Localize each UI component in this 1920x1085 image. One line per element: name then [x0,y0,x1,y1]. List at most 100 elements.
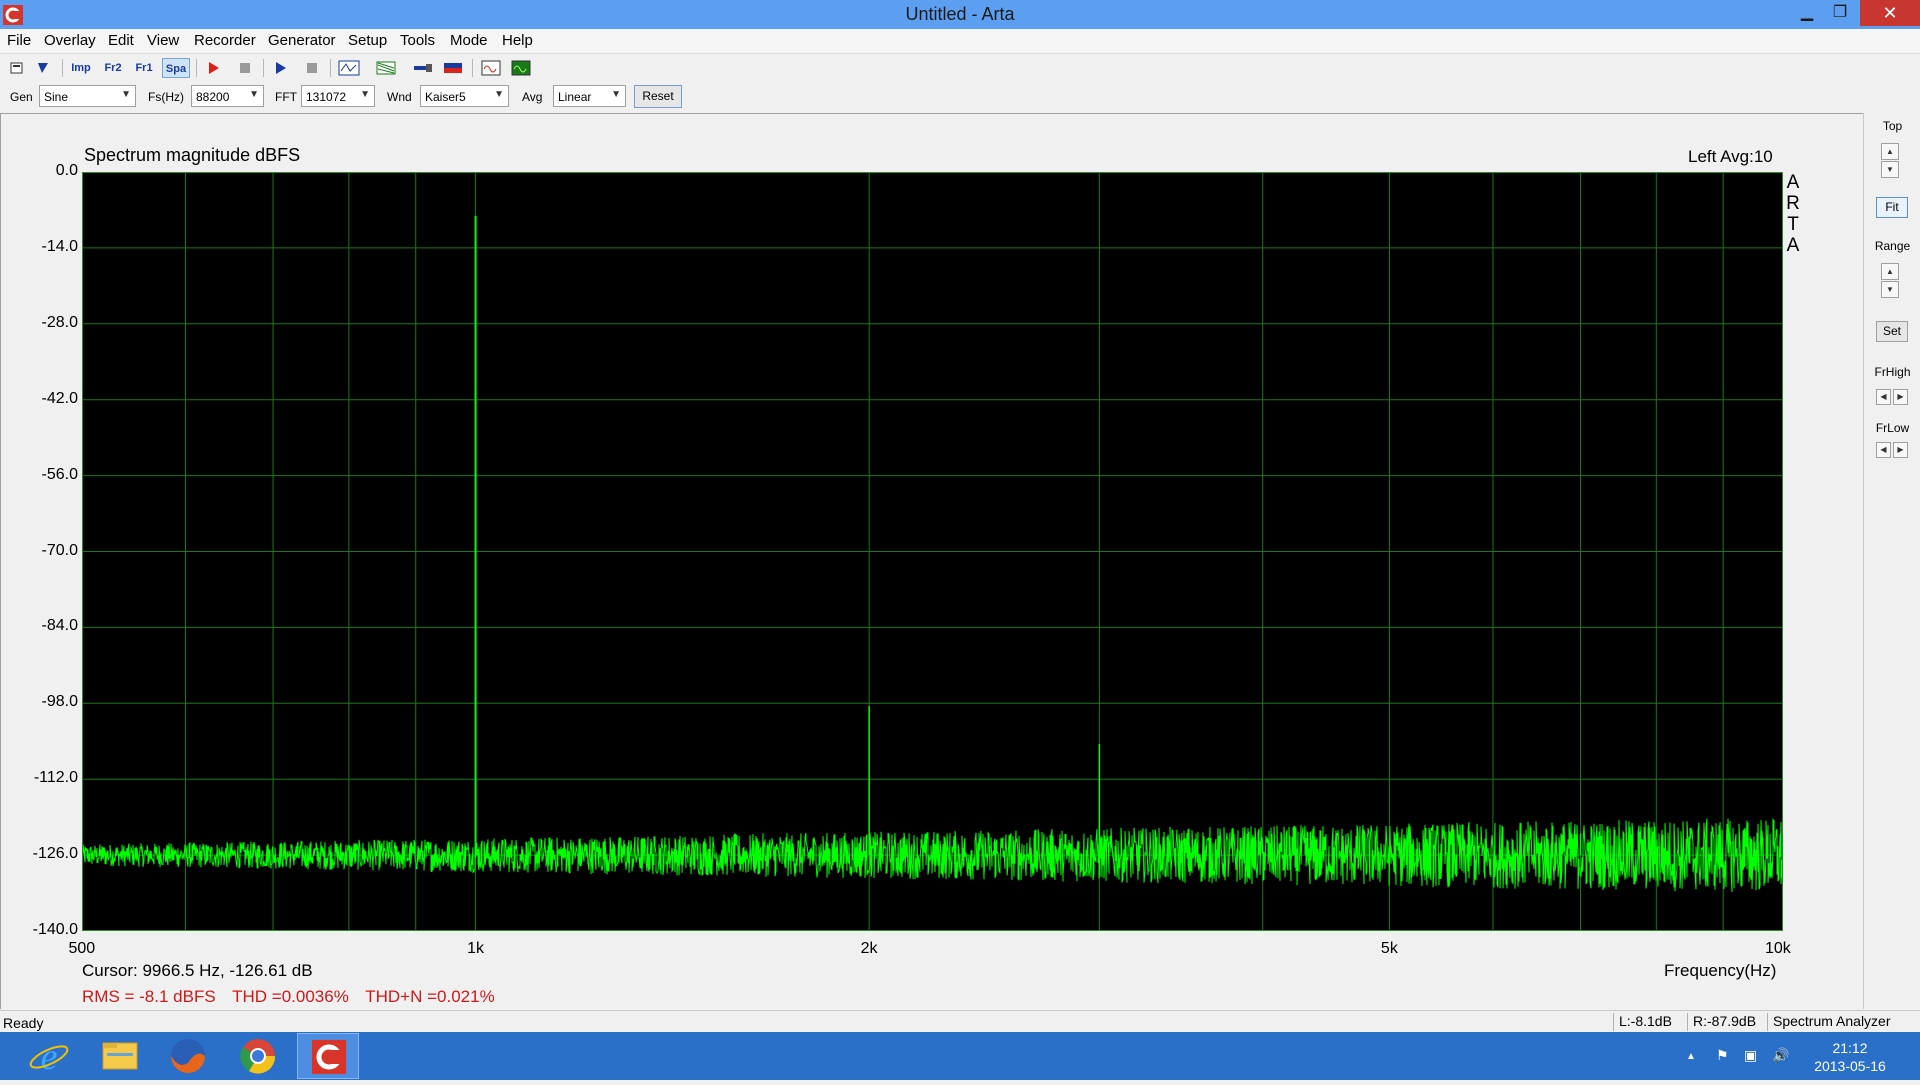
menu-overlay[interactable]: Overlay [44,32,96,49]
window-select[interactable]: Kaiser5 ▼ [420,85,509,107]
menu-recorder[interactable]: Recorder [194,32,256,49]
record-play-icon[interactable] [205,60,221,76]
maximize-button[interactable]: ❐ [1827,0,1853,26]
generator-stop-icon[interactable] [304,60,320,76]
y-tick-label: -140.0 [32,921,78,938]
analyzer-settings-bar: Gen Sine ▼ Fs(Hz) 88200 ▼ FFT 131072 ▼ W… [0,82,1920,112]
clock-time: 21:12 [1832,1040,1868,1056]
averaging-value: Linear [558,90,592,104]
menu-setup[interactable]: Setup [348,32,387,49]
x-tick-label: 10k [1765,940,1791,957]
fr1-mode-button[interactable]: Fr1 [133,58,155,78]
sample-rate-select[interactable]: 88200 ▼ [191,85,264,107]
record-stop-icon[interactable] [237,60,253,76]
analyzer-mode-label: Spectrum Analyzer [1767,1013,1920,1031]
cursor-readout: Cursor: 9966.5 Hz, -126.61 dB [82,961,313,980]
chrome-taskbar-button[interactable] [227,1033,289,1079]
file-explorer-taskbar-button[interactable] [89,1033,151,1079]
wave-pattern-icon[interactable] [376,59,396,77]
toolbar-separator [196,59,197,77]
audio-device-icon[interactable] [443,60,463,76]
clock-date: 2013-05-16 [1814,1058,1886,1074]
arta-letter: T [1787,214,1799,235]
sample-rate-value: 88200 [196,90,230,104]
generator-select[interactable]: Sine ▼ [39,85,136,107]
spectrum-monitor-icon[interactable] [511,60,531,76]
right-level-readout: R:-87.9dB [1687,1013,1766,1031]
status-bar: Ready L:-8.1dB R:-87.9dB Spectrum Analyz… [0,1010,1920,1032]
menu-view[interactable]: View [147,32,179,49]
action-center-flag-icon[interactable]: ⚑ [1716,1047,1729,1064]
minimize-button[interactable]: ▁ [1794,0,1820,26]
x-tick-label: 500 [68,940,96,957]
taskbar-clock[interactable]: 21:12 2013-05-16 [1810,1039,1890,1075]
toolbar-separator [62,59,63,77]
x-tick-label: 5k [1380,940,1398,957]
avg-label: Avg [522,90,543,104]
range-up-button[interactable]: ▲ [1881,263,1899,280]
x-tick-label: 1k [467,940,484,957]
new-file-icon[interactable] [9,60,25,76]
frlow-left-button[interactable]: ◀ [1876,442,1891,458]
fft-label: FFT [275,90,297,104]
impulse-mode-button[interactable]: Imp [70,58,92,78]
status-ready: Ready [3,1015,44,1031]
fit-button[interactable]: Fit [1876,197,1908,218]
menu-tools[interactable]: Tools [400,32,435,49]
frlow-right-button[interactable]: ▶ [1893,442,1908,458]
internet-explorer-taskbar-button[interactable]: e [18,1033,80,1079]
set-button[interactable]: Set [1876,321,1908,342]
measurement-readout: RMS = -8.1 dBFS THD =0.0036% THD+N =0.02… [82,987,507,1007]
arta-taskbar-button[interactable] [297,1033,359,1079]
signal-setup-icon[interactable] [338,59,360,77]
chevron-down-icon: ▼ [249,89,259,100]
spectrum-plot[interactable] [82,172,1783,931]
y-tick-label: -112.0 [33,769,78,787]
arta-window: Untitled - Arta ▁ ❐ ✕ File Overlay Edit … [0,0,1920,1080]
y-tick-label: -84.0 [41,617,78,635]
generator-value: Sine [44,90,69,104]
averaging-select[interactable]: Linear ▼ [553,85,626,107]
range-down-button[interactable]: ▼ [1881,281,1899,298]
network-icon[interactable]: ▣ [1744,1047,1757,1064]
volume-icon[interactable]: 🔊 [1772,1047,1789,1064]
x-axis-title: Frequency(Hz) [1664,961,1777,980]
title-bar: Untitled - Arta ▁ ❐ ✕ [0,0,1920,29]
menu-file[interactable]: File [7,32,31,49]
frhigh-right-button[interactable]: ▶ [1893,389,1908,405]
chart-title: Spectrum magnitude dBFS [84,145,301,165]
x-tick-label: 2k [860,940,878,957]
y-tick-label: -56.0 [41,465,78,483]
open-file-icon[interactable] [36,60,52,76]
reset-button[interactable]: Reset [634,85,682,108]
window-value: Kaiser5 [425,90,466,104]
top-down-button[interactable]: ▼ [1881,161,1899,178]
firefox-taskbar-button[interactable] [157,1033,219,1079]
oscilloscope-icon[interactable] [481,60,501,76]
rms-value: RMS = -8.1 dBFS [82,987,216,1006]
menu-help[interactable]: Help [502,32,533,49]
menu-mode[interactable]: Mode [450,32,488,49]
close-button[interactable]: ✕ [1860,0,1920,26]
y-tick-label: -126.0 [32,845,78,863]
arta-letter: A [1786,235,1800,256]
fft-size-select[interactable]: 131072 ▼ [301,85,375,107]
menu-edit[interactable]: Edit [108,32,134,49]
fs-label: Fs(Hz) [148,90,184,104]
cable-connect-icon[interactable] [413,60,433,76]
chevron-down-icon: ▼ [611,89,621,100]
firefox-icon [171,1039,205,1073]
spa-mode-button[interactable]: Spa [162,58,190,78]
y-tick-label: -28.0 [41,313,78,331]
internet-explorer-icon: e [29,1036,69,1078]
generator-play-icon[interactable] [272,60,288,76]
menu-generator[interactable]: Generator [268,32,336,49]
top-up-button[interactable]: ▲ [1881,143,1899,160]
gen-label: Gen [10,90,33,104]
folder-icon [102,1042,138,1070]
frhigh-left-button[interactable]: ◀ [1876,389,1891,405]
show-hidden-icons-icon[interactable]: ▲ [1686,1051,1696,1062]
arta-app-icon [312,1040,346,1074]
left-level-readout: L:-8.1dB [1613,1013,1686,1031]
fr2-mode-button[interactable]: Fr2 [102,58,124,78]
